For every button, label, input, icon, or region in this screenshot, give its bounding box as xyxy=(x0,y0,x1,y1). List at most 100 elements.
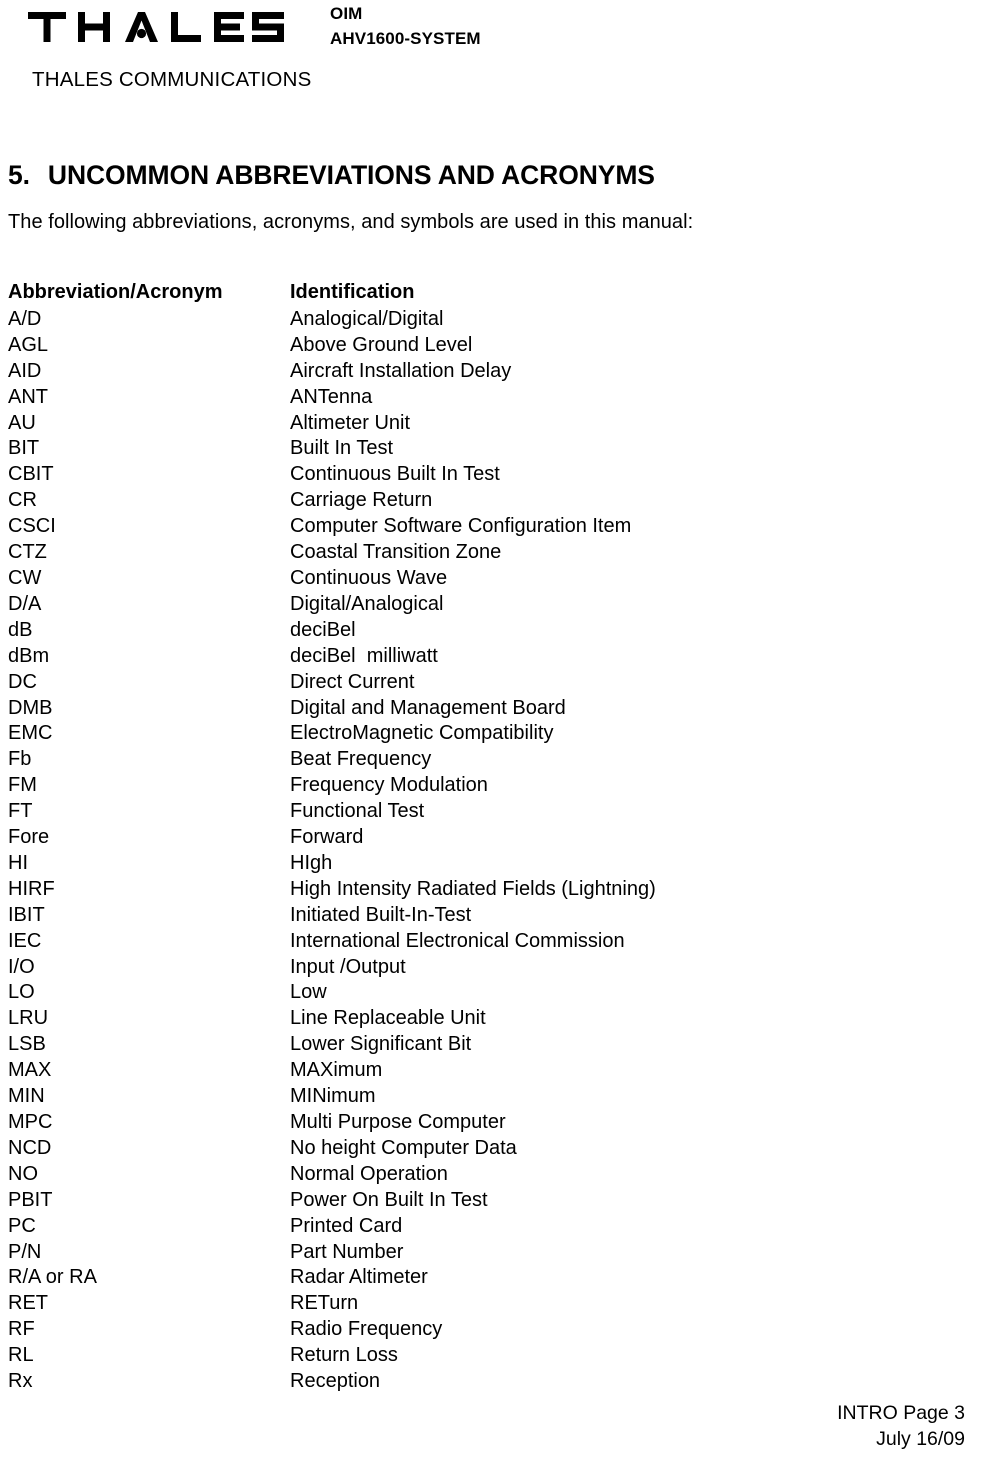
table-row: NO Normal Operation xyxy=(8,1162,908,1188)
abbreviation-cell: Fore xyxy=(8,826,50,849)
table-row: CW Continuous Wave xyxy=(8,566,908,592)
abbreviation-cell: MIN xyxy=(8,1085,45,1108)
identification-cell: Initiated Built-In-Test xyxy=(290,903,472,926)
section-intro-text: The following abbreviations, acronyms, a… xyxy=(8,211,694,233)
abbreviation-cell: NO xyxy=(8,1162,38,1185)
identification-cell: Normal Operation xyxy=(290,1162,448,1185)
identification-cell: Computer Software Configuration Item xyxy=(290,515,632,538)
table-row: Fb Beat Frequency xyxy=(8,747,908,773)
table-row: AID Aircraft Installation Delay xyxy=(8,359,908,385)
identification-cell: MAXimum xyxy=(290,1059,383,1082)
identification-cell: MINimum xyxy=(290,1085,376,1108)
identification-cell: RETurn xyxy=(290,1292,359,1315)
abbreviation-cell: HI xyxy=(8,851,28,874)
table-row: HIRF High Intensity Radiated Fields (Ligh… xyxy=(8,877,908,903)
section-heading: 5. UNCOMMON ABBREVIATIONS AND ACRONYMS xyxy=(8,160,968,191)
table-row: MAX MAXimum xyxy=(8,1058,908,1084)
abbreviation-cell: R/A or RA xyxy=(8,1266,97,1289)
identification-cell: Radar Altimeter xyxy=(290,1266,428,1289)
abbreviation-cell: AGL xyxy=(8,333,49,356)
identification-cell: Continuous Wave xyxy=(290,566,448,589)
table-row: AGL Above Ground Level xyxy=(8,333,908,359)
abbreviation-cell: IEC xyxy=(8,929,42,952)
identification-cell: Part Number xyxy=(290,1240,404,1263)
abbreviation-cell: PBIT xyxy=(8,1188,53,1211)
table-row: R/A or RA Radar Altimeter xyxy=(8,1265,908,1291)
abbreviation-cell: Fb xyxy=(8,748,32,771)
table-row: dB deciBel xyxy=(8,618,908,644)
table-row: EMC ElectroMagnetic Compatibility xyxy=(8,721,908,747)
abbreviation-cell: MPC xyxy=(8,1111,53,1133)
identification-cell: Altimeter Unit xyxy=(290,411,411,434)
table-row: CSCI Computer Software Configuration Item xyxy=(8,514,908,540)
table-row: RL Return Loss xyxy=(8,1343,908,1369)
page-header: THALES COMMUNICATIONS OIM AHV1600-SYSTEM xyxy=(0,0,983,110)
table-row: HI HIgh xyxy=(8,851,908,877)
identification-cell: Input /Output xyxy=(290,955,406,978)
abbreviation-cell: BIT xyxy=(8,437,40,460)
table-row: MIN MINimum xyxy=(8,1084,908,1110)
abbreviation-cell: NCD xyxy=(8,1136,52,1159)
table-row: LO Low xyxy=(8,980,908,1006)
thales-logo xyxy=(28,6,290,48)
identification-cell: Reception xyxy=(290,1370,381,1393)
identification-cell: Coastal Transition Zone xyxy=(290,541,502,564)
abbreviation-cell: AID xyxy=(8,359,42,382)
table-header-row: Abbreviation/Acronym Identification xyxy=(8,280,908,307)
identification-cell: Digital and Management Board xyxy=(290,696,566,719)
abbreviations-table: Abbreviation/Acronym Identification A/D A… xyxy=(8,280,908,1395)
document-system-line: AHV1600-SYSTEM xyxy=(330,29,481,48)
identification-cell: Radio Frequency xyxy=(290,1318,443,1341)
section-title-text: UNCOMMON ABBREVIATIONS AND ACRONYMS xyxy=(47,160,655,190)
column-header-identification: Identification xyxy=(290,281,415,303)
abbreviation-cell: CR xyxy=(8,489,37,512)
identification-cell: Continuous Built In Test xyxy=(290,463,500,486)
abbreviation-cell: CW xyxy=(8,566,42,589)
abbreviation-cell: DMB xyxy=(8,696,53,719)
abbreviation-cell: RL xyxy=(8,1344,34,1367)
document-type-line: OIM xyxy=(330,4,363,23)
logo-subtitle: THALES COMMUNICATIONS xyxy=(32,68,312,91)
identification-cell: Power On Built In Test xyxy=(290,1188,488,1211)
identification-cell: deciBel xyxy=(290,618,356,641)
abbreviation-cell: CTZ xyxy=(8,541,47,564)
abbreviation-cell: DC xyxy=(8,670,37,693)
abbreviation-cell: IBIT xyxy=(8,903,45,926)
table-row: LRU Line Replaceable Unit xyxy=(8,1006,908,1032)
table-row: CR Carriage Return xyxy=(8,488,908,514)
identification-cell: Digital/Analogical xyxy=(290,592,444,615)
abbreviation-cell: CBIT xyxy=(8,463,54,486)
table-row: RET RETurn xyxy=(8,1291,908,1317)
abbreviation-cell: PC xyxy=(8,1214,36,1237)
abbreviation-cell: Rx xyxy=(8,1370,33,1393)
abbreviation-cell: MAX xyxy=(8,1059,52,1082)
thales-wordmark-icon xyxy=(28,12,284,42)
abbreviations-table-body: A/D Analogical/Digital AGL Above Ground Lev… xyxy=(8,307,908,1395)
abbreviation-cell: I/O xyxy=(8,955,35,978)
table-row: PC Printed Card xyxy=(8,1214,908,1240)
table-row: DMB Digital and Management Board xyxy=(8,696,908,722)
table-row: ANT ANTenna xyxy=(8,385,908,411)
abbreviation-cell: LSB xyxy=(8,1033,46,1056)
footer-date: July 16/09 xyxy=(876,1428,965,1450)
table-row: IEC International Electronical Commission xyxy=(8,929,908,955)
identification-cell: Analogical/Digital xyxy=(290,307,444,330)
identification-cell: Direct Current xyxy=(290,670,415,693)
table-row: dBm deciBel milliwatt xyxy=(8,644,908,670)
column-header-abbreviation: Abbreviation/Acronym xyxy=(8,281,223,303)
table-row: FM Frequency Modulation xyxy=(8,773,908,799)
abbreviation-cell: CSCI xyxy=(8,515,56,538)
table-row: IBIT Initiated Built-In-Test xyxy=(8,903,908,929)
identification-cell: ElectroMagnetic Compatibility xyxy=(290,722,554,745)
identification-cell: High Intensity Radiated Fields (Lightnin… xyxy=(290,877,656,900)
abbreviation-cell: P/N xyxy=(8,1240,42,1263)
table-row: A/D Analogical/Digital xyxy=(8,307,908,333)
identification-cell: Above Ground Level xyxy=(290,333,473,356)
identification-cell: Carriage Return xyxy=(290,489,433,512)
page-footer: INTRO Page 3 July 16/09 xyxy=(837,1400,965,1452)
table-row: DC Direct Current xyxy=(8,670,908,696)
abbreviation-cell: LRU xyxy=(8,1007,49,1030)
abbreviation-cell: FT xyxy=(8,800,33,823)
abbreviation-cell: FM xyxy=(8,774,37,797)
identification-cell: International Electronical Commission xyxy=(290,929,625,952)
